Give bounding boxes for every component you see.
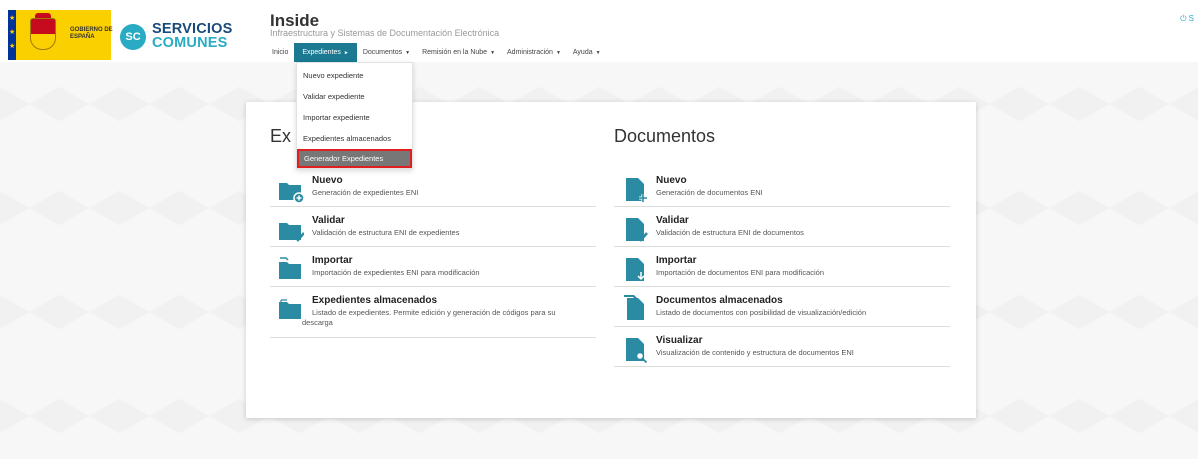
item-title: Visualizar xyxy=(656,335,703,346)
item-description: Generación de documentos ENI xyxy=(656,188,763,197)
nav-item-documentos[interactable]: Documentos ▼ xyxy=(357,43,416,62)
main-nav: Inicio Expedientes ► Documentos ▼ Remisión… xyxy=(266,43,607,62)
documento-visualizar-item[interactable]: Visualizar Visualización de contenido y … xyxy=(614,332,950,367)
folder-check-icon xyxy=(279,223,304,242)
nav-label: Remisión en la Nube xyxy=(422,49,488,56)
item-title: Nuevo xyxy=(312,175,343,186)
caret-right-icon: ► xyxy=(343,50,349,56)
expediente-nuevo-item[interactable]: Nuevo Generación de expedientes ENI xyxy=(270,172,596,207)
expedientes-column-title: Ex xyxy=(270,126,292,146)
nav-label: Administración xyxy=(507,49,553,56)
sc-badge-icon: SC xyxy=(120,24,146,50)
menu-item-validar-expediente[interactable]: Validar expediente xyxy=(297,86,412,107)
documento-nuevo-item[interactable]: Nuevo Generación de documentos ENI xyxy=(614,172,950,207)
nav-item-administracion[interactable]: Administración ▼ xyxy=(501,43,567,62)
item-description: Validación de estructura ENI de document… xyxy=(656,228,804,237)
gobierno-de-espana-logo: ★ ★ ★ GOBIERNO DE ESPAÑA xyxy=(8,10,113,60)
expedientes-dropdown-menu: Nuevo expediente Validar expediente Impo… xyxy=(296,62,413,169)
item-title: Nuevo xyxy=(656,175,687,186)
documentos-almacenados-item[interactable]: Documentos almacenados Listado de docume… xyxy=(614,292,950,327)
eu-star-icon: ★ xyxy=(9,43,16,50)
item-title: Validar xyxy=(656,215,689,226)
item-description: Validación de estructura ENI de expedien… xyxy=(312,228,460,237)
folder-plus-icon xyxy=(279,183,304,204)
item-title: Importar xyxy=(656,255,697,266)
item-title: Expedientes almacenados xyxy=(312,295,438,306)
expediente-validar-item[interactable]: Validar Validación de estructura ENI de … xyxy=(270,212,596,247)
item-title: Documentos almacenados xyxy=(656,295,783,306)
expediente-importar-item[interactable]: Importar Importación de expedientes ENI … xyxy=(270,252,596,287)
item-description: Visualización de contenido y estructura … xyxy=(656,348,854,357)
item-title: Importar xyxy=(312,255,353,266)
nav-label: Ayuda xyxy=(572,49,593,56)
coat-of-arms-icon xyxy=(30,18,56,50)
item-title: Validar xyxy=(312,215,345,226)
item-description: Importación de documentos ENI para modif… xyxy=(656,268,825,277)
chevron-down-icon: ▼ xyxy=(405,50,411,56)
eu-star-icon: ★ xyxy=(9,29,16,36)
servicios-comunes-logo[interactable]: SC SERVICIOS COMUNES xyxy=(120,22,232,52)
item-description: Importación de expedientes ENI para modi… xyxy=(312,268,480,277)
documento-validar-item[interactable]: Validar Validación de estructura ENI de … xyxy=(614,212,950,247)
menu-item-importar-expediente[interactable]: Importar expediente xyxy=(297,107,412,128)
item-description: Listado de documentos con posibilidad de… xyxy=(656,308,867,317)
nav-label: Inicio xyxy=(272,49,289,56)
document-stack-icon xyxy=(624,295,644,320)
folder-stack-icon xyxy=(279,299,301,319)
expedientes-almacenados-item[interactable]: Expedientes almacenados Listado de exped… xyxy=(270,292,596,338)
nav-item-expedientes[interactable]: Expedientes ► xyxy=(294,43,357,62)
item-description-continued: descarga xyxy=(302,318,333,327)
nav-label: Expedientes xyxy=(302,49,341,56)
eu-star-icon: ★ xyxy=(9,15,16,22)
folder-import-icon xyxy=(279,257,301,279)
menu-item-expedientes-almacenados[interactable]: Expedientes almacenados xyxy=(297,128,412,149)
document-plus-icon xyxy=(626,178,647,202)
chevron-down-icon: ▼ xyxy=(490,50,496,56)
chevron-down-icon: ▼ xyxy=(595,50,601,56)
nav-item-remision-nube[interactable]: Remisión en la Nube ▼ xyxy=(416,43,501,62)
brand-line2: COMUNES xyxy=(152,35,228,51)
document-search-icon xyxy=(626,338,648,363)
document-import-icon xyxy=(626,258,645,281)
item-description: Generación de expedientes ENI xyxy=(312,188,419,197)
document-check-icon xyxy=(626,218,648,242)
nav-item-ayuda[interactable]: Ayuda ▼ xyxy=(567,43,607,62)
nav-label: Documentos xyxy=(362,49,403,56)
app-header: ★ ★ ★ GOBIERNO DE ESPAÑA SC SERVICIOS CO… xyxy=(0,0,1198,62)
item-description: Listado de expedientes. Permite edición … xyxy=(312,308,556,317)
documento-importar-item[interactable]: Importar Importación de documentos ENI p… xyxy=(614,252,950,287)
menu-item-nuevo-expediente[interactable]: Nuevo expediente xyxy=(297,65,412,86)
chevron-down-icon: ▼ xyxy=(555,50,561,56)
menu-item-generador-expedientes[interactable]: Generador Expedientes xyxy=(297,149,412,168)
brand-line1: SERVICIOS xyxy=(152,21,233,37)
app-subtitle: Infraestructura y Sistemas de Documentac… xyxy=(270,28,500,38)
documentos-column-title: Documentos xyxy=(614,126,716,146)
nav-item-inicio[interactable]: Inicio xyxy=(266,43,294,62)
logout-button[interactable]: ⏻ S xyxy=(1180,14,1194,24)
gov-logo-text: GOBIERNO DE ESPAÑA xyxy=(70,27,113,40)
